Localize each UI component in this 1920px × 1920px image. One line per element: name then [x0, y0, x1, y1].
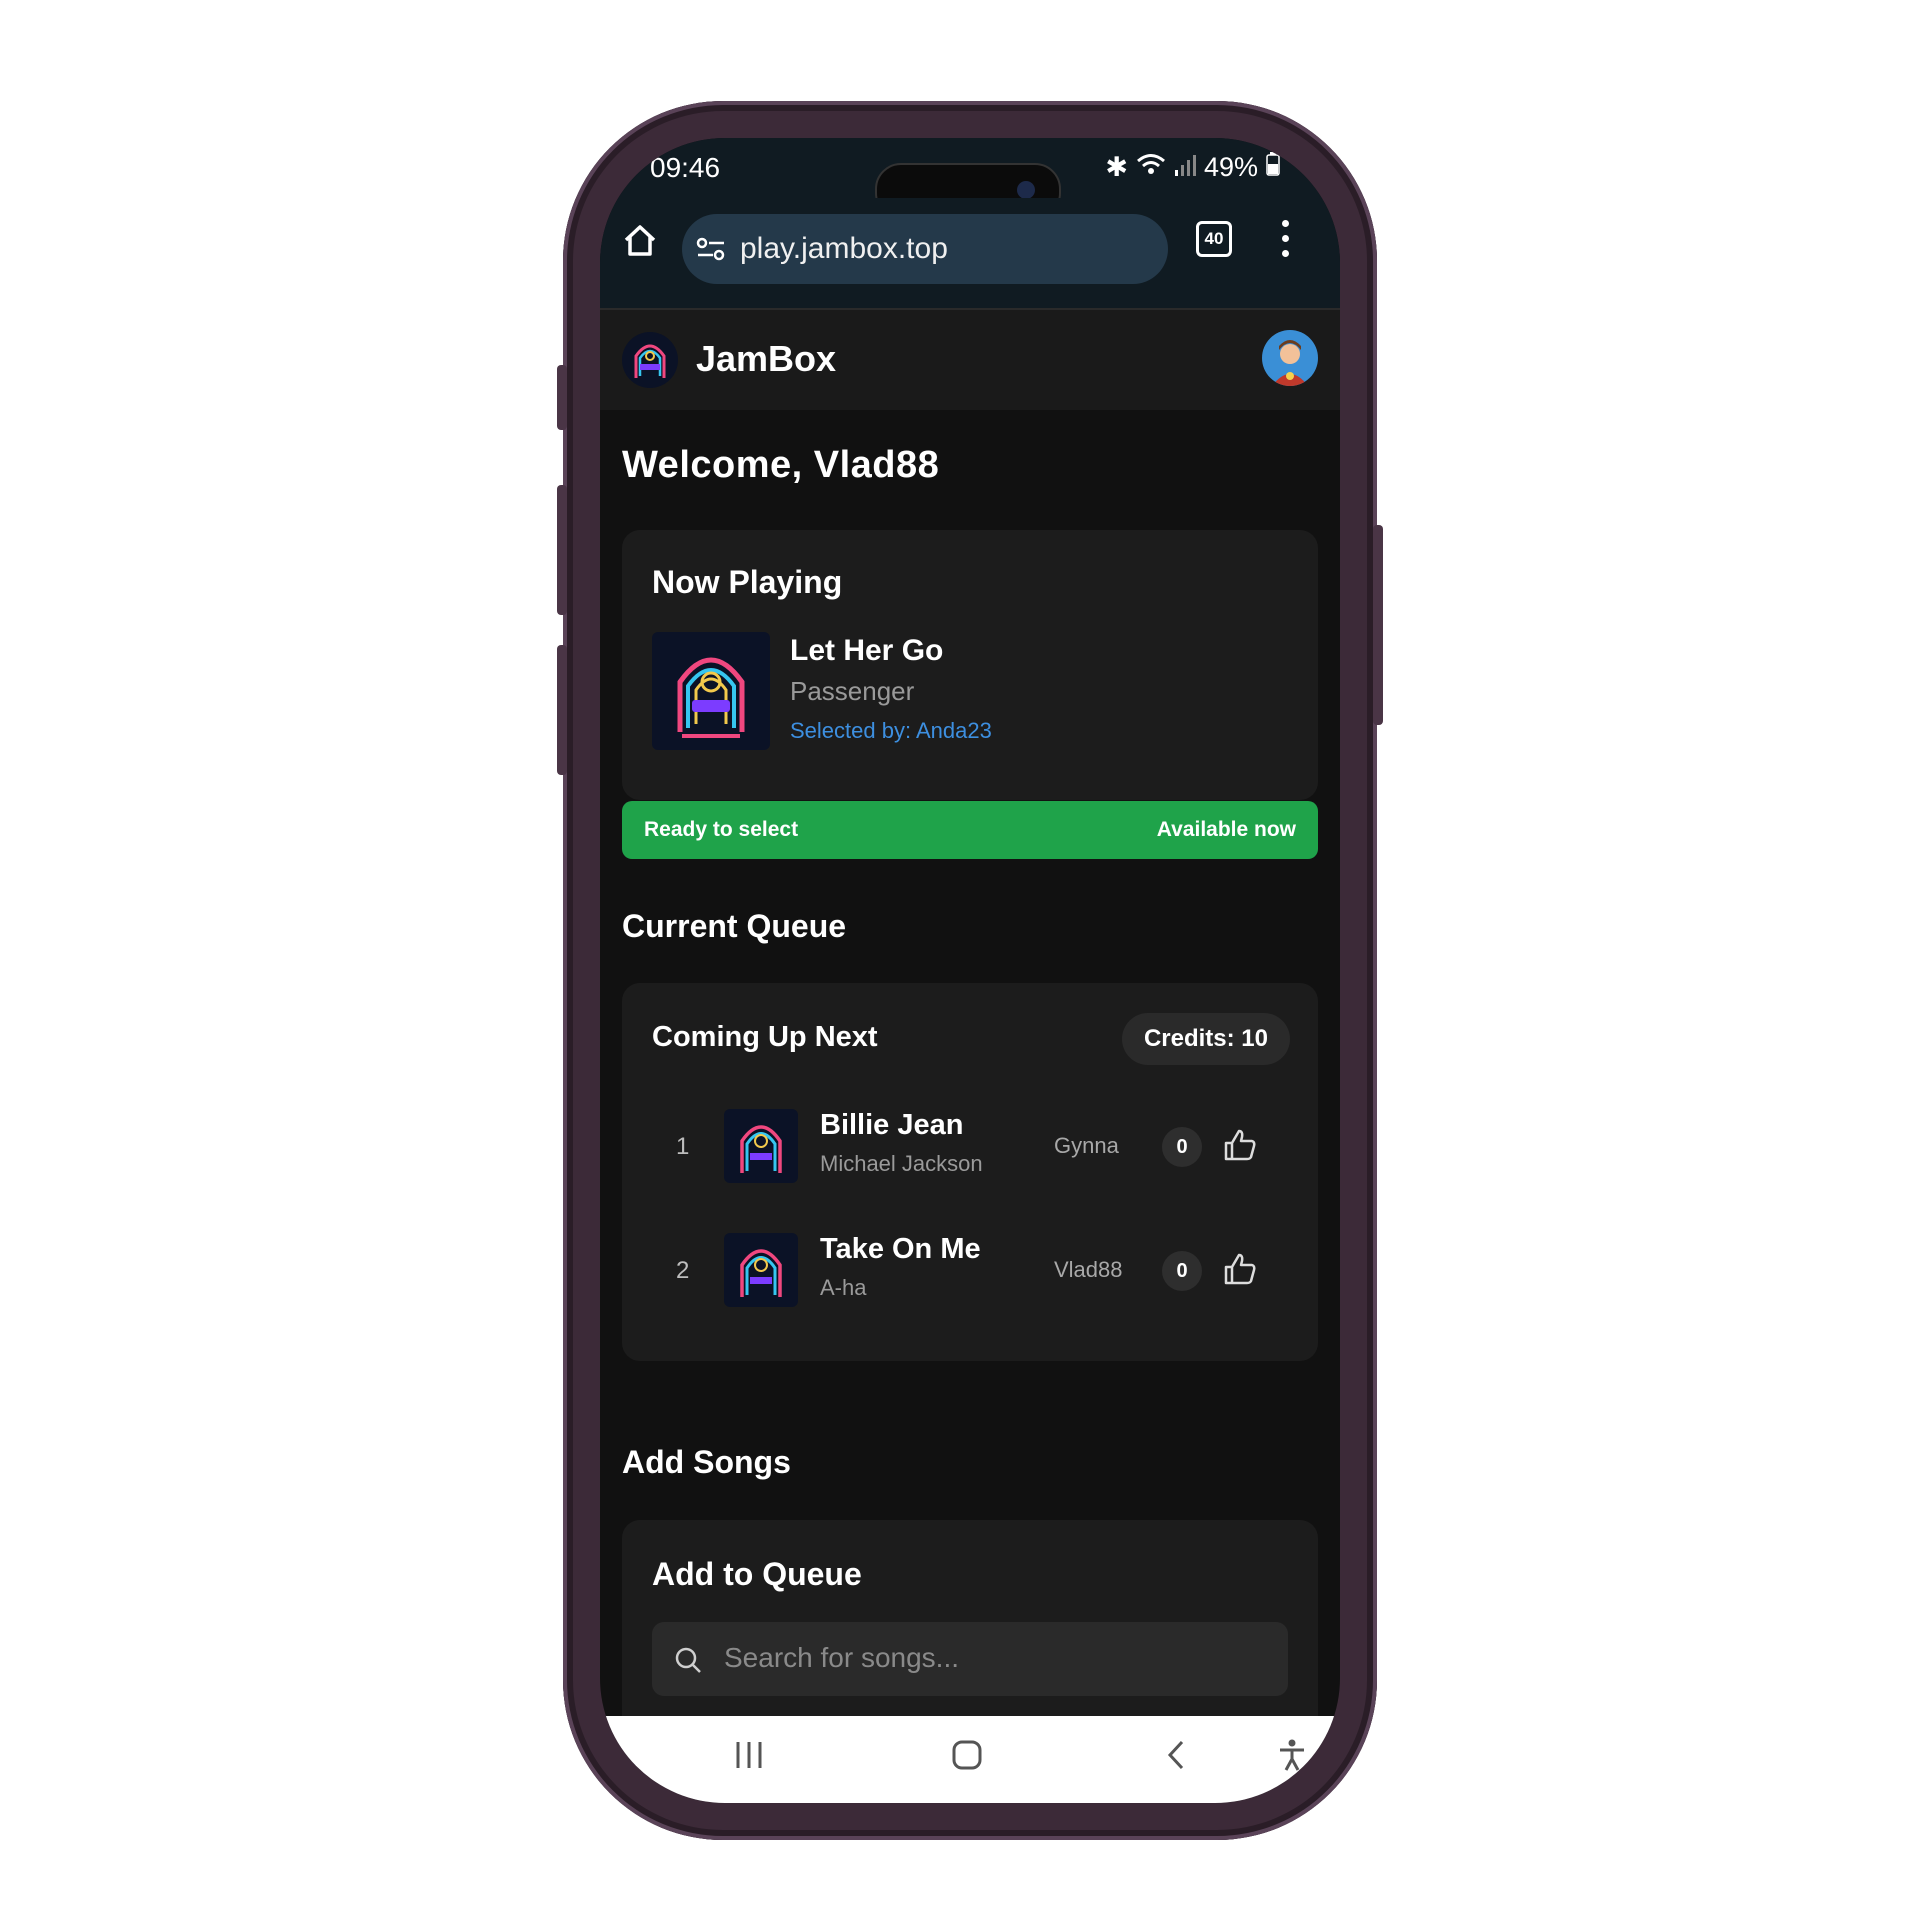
queue-position: 2	[676, 1257, 690, 1284]
now-playing-heading: Now Playing	[652, 564, 843, 600]
search-input[interactable]: Search for songs...	[652, 1622, 1288, 1696]
ready-status-bar: Ready to select Available now	[622, 801, 1318, 859]
status-time: 09:46	[650, 152, 721, 183]
bluetooth-icon: ✱	[1105, 152, 1128, 182]
url-text[interactable]: play.jambox.top	[740, 232, 948, 266]
queue-song-title: Billie Jean	[820, 1109, 964, 1141]
queue-card-title: Coming Up Next	[652, 1021, 878, 1053]
recents-icon[interactable]	[732, 1738, 766, 1777]
album-art	[652, 632, 770, 750]
phone-side-button	[1373, 525, 1383, 725]
now-playing-song: Let Her Go	[790, 634, 944, 667]
vote-count: 0	[1162, 1251, 1202, 1291]
browser-home-button[interactable]	[618, 218, 662, 262]
now-playing-artist: Passenger	[790, 676, 915, 706]
queue-album-art	[724, 1233, 798, 1307]
queue-row[interactable]: 1 Billie Jean Michael Jackson Gynna 0	[622, 1097, 1318, 1197]
battery-text: 49%	[1203, 152, 1258, 182]
thumbs-up-icon[interactable]	[1222, 1251, 1258, 1287]
now-playing-card: Now Playing Let Her Go Passenger Selecte…	[622, 530, 1318, 800]
thumbs-up-icon[interactable]	[1222, 1127, 1258, 1163]
availability-label: Available now	[1156, 818, 1296, 841]
search-placeholder[interactable]: Search for songs...	[724, 1642, 959, 1674]
accessibility-icon[interactable]	[1275, 1738, 1309, 1777]
signal-icon	[1174, 152, 1196, 183]
back-icon[interactable]	[1160, 1738, 1194, 1777]
current-queue-heading: Current Queue	[622, 908, 847, 944]
queue-selected-by: Vlad88	[1054, 1257, 1123, 1282]
ready-status-label: Ready to select	[644, 818, 799, 841]
battery-icon	[1266, 152, 1280, 183]
wifi-icon	[1136, 152, 1166, 183]
add-to-queue-title: Add to Queue	[652, 1556, 862, 1592]
more-icon[interactable]	[1280, 216, 1290, 266]
queue-position: 1	[676, 1133, 690, 1160]
home-nav-icon[interactable]	[950, 1738, 984, 1777]
queue-song-artist: A-ha	[820, 1275, 867, 1300]
phone-screen: 09:46 ✱ 49% play.jambox.top 40 JamBox We…	[600, 138, 1340, 1803]
vote-count: 0	[1162, 1127, 1202, 1167]
queue-card: Coming Up Next Credits: 10 1 Billie Jean…	[622, 983, 1318, 1361]
address-bar[interactable]: play.jambox.top	[682, 214, 1168, 284]
queue-selected-by: Gynna	[1054, 1133, 1119, 1158]
app-header: JamBox	[600, 310, 1340, 410]
credits-badge: Credits: 10	[1121, 1013, 1290, 1065]
user-avatar[interactable]	[1262, 330, 1318, 386]
queue-song-title: Take On Me	[820, 1233, 981, 1265]
site-settings-icon[interactable]	[696, 236, 726, 267]
home-icon	[624, 225, 656, 256]
add-songs-heading: Add Songs	[622, 1444, 791, 1480]
queue-song-artist: Michael Jackson	[820, 1151, 983, 1176]
phone-side-button	[557, 645, 567, 775]
queue-row[interactable]: 2 Take On Me A-ha Vlad88 0	[622, 1221, 1318, 1321]
phone-side-button	[557, 485, 567, 615]
welcome-heading: Welcome, Vlad88	[622, 444, 940, 486]
browser-toolbar: play.jambox.top 40	[600, 198, 1340, 310]
jambox-logo[interactable]	[622, 332, 678, 388]
phone-side-button	[557, 365, 567, 430]
search-icon	[674, 1646, 702, 1679]
system-navigation-bar	[600, 1716, 1340, 1803]
tabs-icon[interactable]: 40	[1196, 221, 1232, 257]
now-playing-selected-by[interactable]: Selected by: Anda23	[790, 718, 992, 744]
app-title: JamBox	[696, 338, 837, 379]
camera-lens	[1017, 181, 1035, 199]
status-icons: ✱ 49%	[1105, 152, 1280, 183]
queue-album-art	[724, 1109, 798, 1183]
